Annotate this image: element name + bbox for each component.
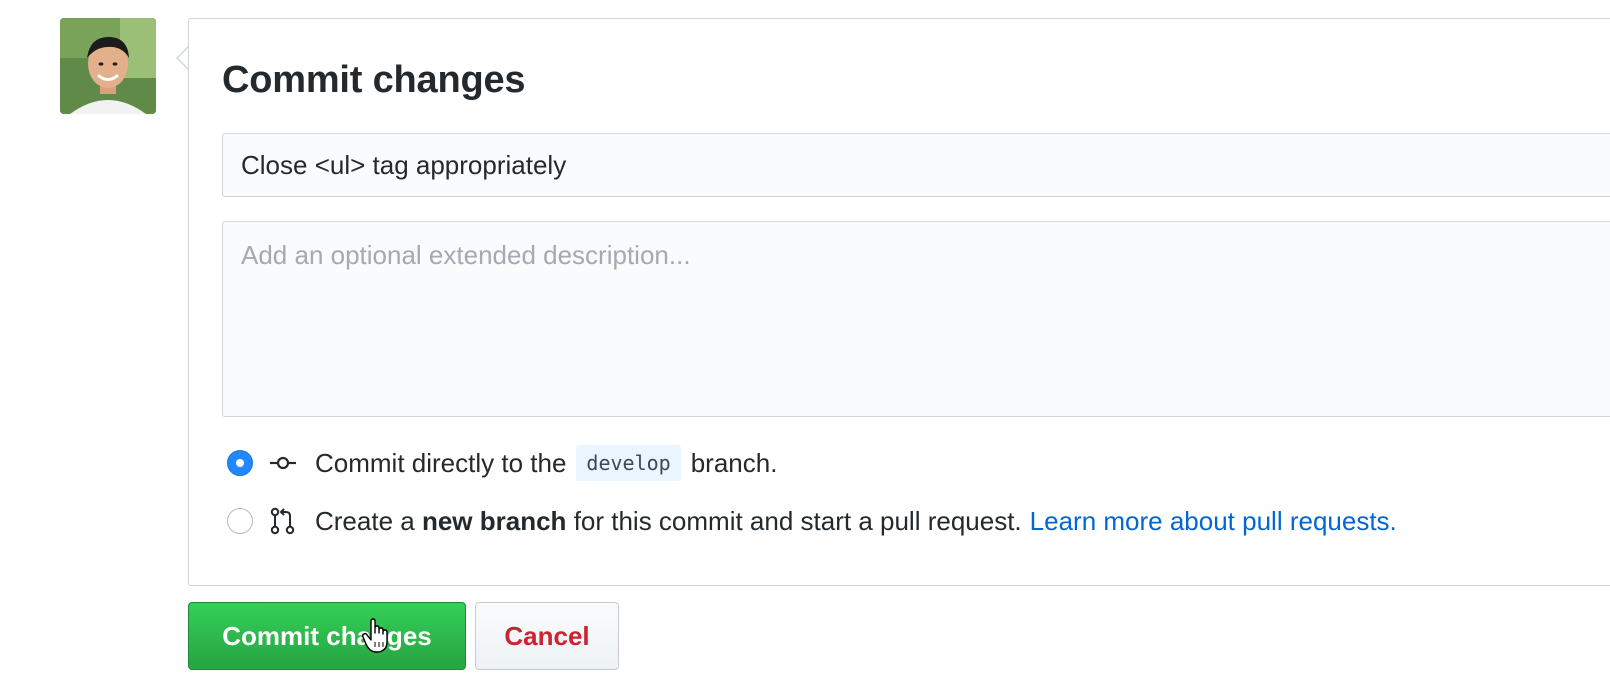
new-branch-radio[interactable] bbox=[227, 508, 253, 534]
commit-direct-option[interactable]: Commit directly to the develop branch. bbox=[227, 443, 777, 483]
commit-summary-input[interactable] bbox=[222, 133, 1610, 197]
avatar[interactable] bbox=[60, 18, 156, 114]
git-pull-request-icon bbox=[269, 507, 297, 535]
avatar-image bbox=[60, 18, 156, 114]
learn-more-link[interactable]: Learn more about pull requests. bbox=[1030, 506, 1397, 537]
commit-direct-suffix: branch. bbox=[690, 447, 778, 478]
new-branch-bold: new branch bbox=[421, 505, 567, 536]
commit-page: Commit changes Commit directly to the de… bbox=[0, 0, 1610, 694]
panel-pointer bbox=[176, 46, 189, 70]
branch-name: develop bbox=[576, 445, 681, 481]
git-commit-icon bbox=[269, 449, 297, 477]
cancel-button[interactable]: Cancel bbox=[475, 602, 619, 670]
new-branch-suffix: for this commit and start a pull request… bbox=[573, 505, 1022, 536]
page-title: Commit changes bbox=[222, 59, 526, 101]
commit-description-field[interactable] bbox=[222, 221, 1610, 417]
commit-changes-button[interactable]: Commit changes bbox=[188, 602, 466, 670]
commit-direct-text: Commit directly to the bbox=[315, 447, 567, 478]
new-branch-text: Create a bbox=[315, 505, 415, 536]
commit-direct-radio[interactable] bbox=[227, 450, 253, 476]
commit-form-panel: Commit changes Commit directly to the de… bbox=[188, 18, 1610, 586]
new-branch-option[interactable]: Create a new branch for this commit and … bbox=[227, 501, 1397, 541]
